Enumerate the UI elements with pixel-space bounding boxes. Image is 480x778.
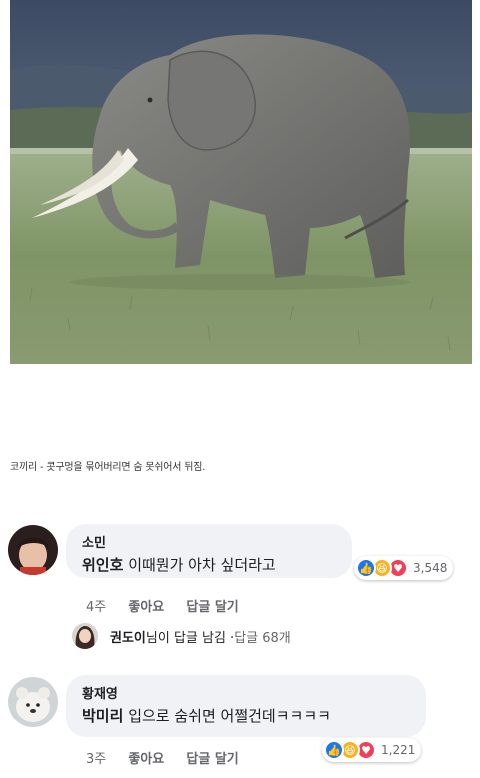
like-reaction-icon: 👍: [356, 558, 376, 578]
comment-bubble: 황재영 박미리 입으로 숨쉬면 어쩔건데ㅋㅋㅋㅋ: [66, 675, 426, 737]
comment-body: 이때뭔가 아차 싶더라고: [128, 556, 276, 574]
reply-author: 권도이: [110, 630, 146, 646]
photo-caption: 코끼리 - 콧구멍을 묶어버리면 숨 못쉬어서 뒤짐.: [10, 462, 206, 473]
avatar[interactable]: [8, 677, 58, 727]
reply-button[interactable]: 답글 달기: [186, 752, 238, 767]
comment-text: 위인호 이때뭔가 아차 싶더라고: [82, 554, 336, 575]
reply-avatar: [72, 623, 98, 649]
comment-bubble: 소민 위인호 이때뭔가 아차 싶더라고: [66, 524, 352, 578]
reply-button[interactable]: 답글 달기: [186, 600, 238, 615]
comment-actions: 3주 좋아요 답글 달기: [86, 748, 257, 767]
comment-text: 박미리 입으로 숨쉬면 어쩔건데ㅋㅋㅋㅋ: [82, 705, 410, 726]
elephant-photo: [10, 0, 472, 364]
comment-actions: 4주 좋아요 답글 달기: [86, 596, 257, 615]
reaction-summary[interactable]: 👍 😆 ♥ 3,548: [354, 556, 454, 580]
like-button[interactable]: 좋아요: [128, 600, 164, 615]
reply-suffix: 님이 답글 남김 ·: [145, 630, 235, 646]
comment-time[interactable]: 3주: [86, 752, 106, 767]
comment-time[interactable]: 4주: [86, 600, 106, 615]
reaction-count: 1,221: [381, 743, 416, 757]
mention-link[interactable]: 위인호: [82, 556, 123, 574]
comment-author[interactable]: 황재영: [82, 683, 410, 702]
reply-count: 답글 68개: [234, 630, 291, 646]
comment-author[interactable]: 소민: [82, 532, 336, 551]
reaction-summary[interactable]: 👍 😆 ♥ 1,221: [322, 738, 422, 762]
avatar[interactable]: [8, 525, 58, 575]
replies-summary[interactable]: 권도이 님이 답글 남김 · 답글 68개: [72, 623, 291, 649]
reaction-count: 3,548: [413, 561, 448, 575]
like-reaction-icon: 👍: [324, 740, 344, 760]
like-button[interactable]: 좋아요: [128, 752, 164, 767]
mention-link[interactable]: 박미리: [82, 707, 123, 725]
comment-body: 입으로 숨쉬면 어쩔건데ㅋㅋㅋㅋ: [128, 707, 331, 725]
